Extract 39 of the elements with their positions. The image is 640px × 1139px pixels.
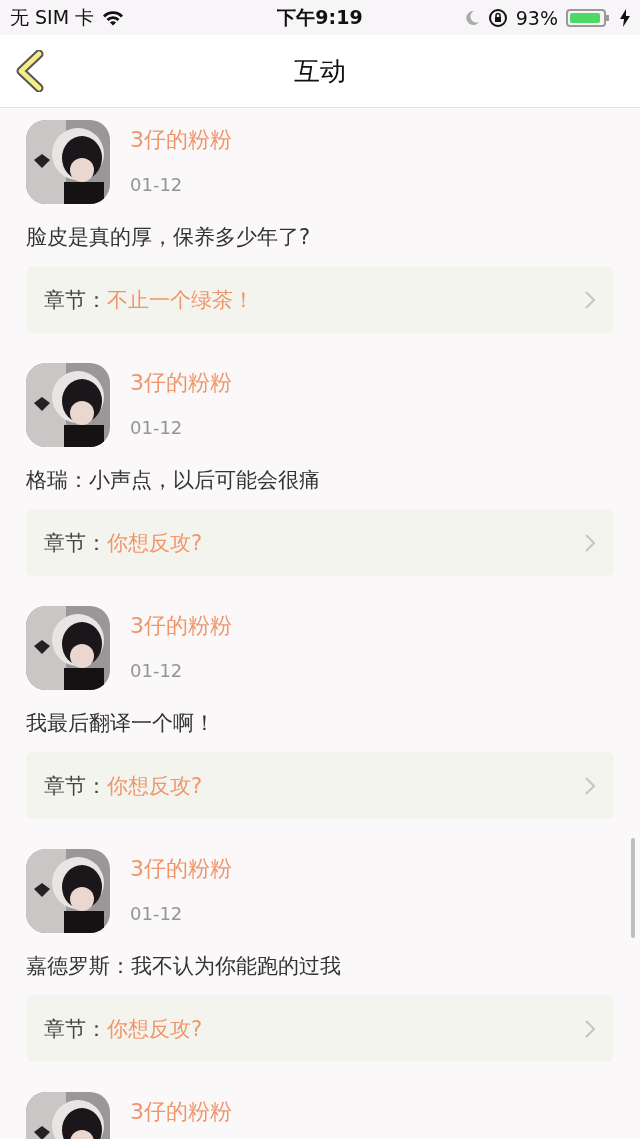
comment-text: 嘉德罗斯：我不认为你能跑的过我: [26, 953, 342, 980]
chapter-label: 章节：: [44, 1015, 107, 1043]
chapter-title: 你想反攻?: [107, 772, 204, 800]
comment-date: 01-12: [130, 659, 184, 683]
chapter-label: 章节：: [44, 772, 107, 800]
back-button[interactable]: [14, 50, 46, 92]
username[interactable]: 3仔的粉粉: [130, 120, 232, 160]
comment-text: 脸皮是真的厚，保养多少年了?: [26, 224, 312, 251]
chapter-link[interactable]: 章节：不止一个绿茶！: [26, 266, 614, 333]
chevron-right-icon: [584, 1018, 596, 1039]
username[interactable]: 3仔的粉粉: [130, 606, 232, 646]
carrier-text: 无 SIM 卡: [10, 4, 95, 30]
comment-text: 格瑞：小声点，以后可能会很痛: [26, 467, 321, 494]
charging-icon: [620, 8, 630, 27]
battery-percent: 93%: [515, 6, 558, 29]
rotation-lock-icon: [487, 7, 508, 28]
chapter-title: 你想反攻?: [107, 529, 204, 557]
username[interactable]: 3仔的粉粉: [130, 363, 232, 403]
chapter-title: 不止一个绿茶！: [107, 286, 255, 314]
username[interactable]: 3仔的粉粉: [130, 1092, 232, 1132]
wifi-icon: [102, 9, 125, 26]
chapter-label: 章节：: [44, 529, 107, 557]
comment-date: 01-12: [130, 173, 184, 197]
page-title: 互动: [294, 54, 346, 88]
chapter-title: 你想反攻?: [107, 1015, 204, 1043]
chevron-right-icon: [584, 532, 596, 553]
comment-text: 我最后翻译一个啊！: [26, 710, 216, 737]
chapter-link[interactable]: 章节：你想反攻?: [26, 752, 614, 819]
chapter-link[interactable]: 章节：你想反攻?: [26, 509, 614, 576]
chevron-right-icon: [584, 775, 596, 796]
battery-icon: [566, 8, 606, 27]
chevron-right-icon: [584, 289, 596, 310]
clock-text: 下午9:19: [277, 4, 363, 30]
moon-icon: [463, 9, 480, 26]
username[interactable]: 3仔的粉粉: [130, 849, 232, 889]
comment-date: 01-12: [130, 416, 184, 440]
chapter-label: 章节：: [44, 286, 107, 314]
comment-date: 01-12: [130, 902, 184, 926]
chapter-link[interactable]: 章节：你想反攻?: [26, 995, 614, 1062]
